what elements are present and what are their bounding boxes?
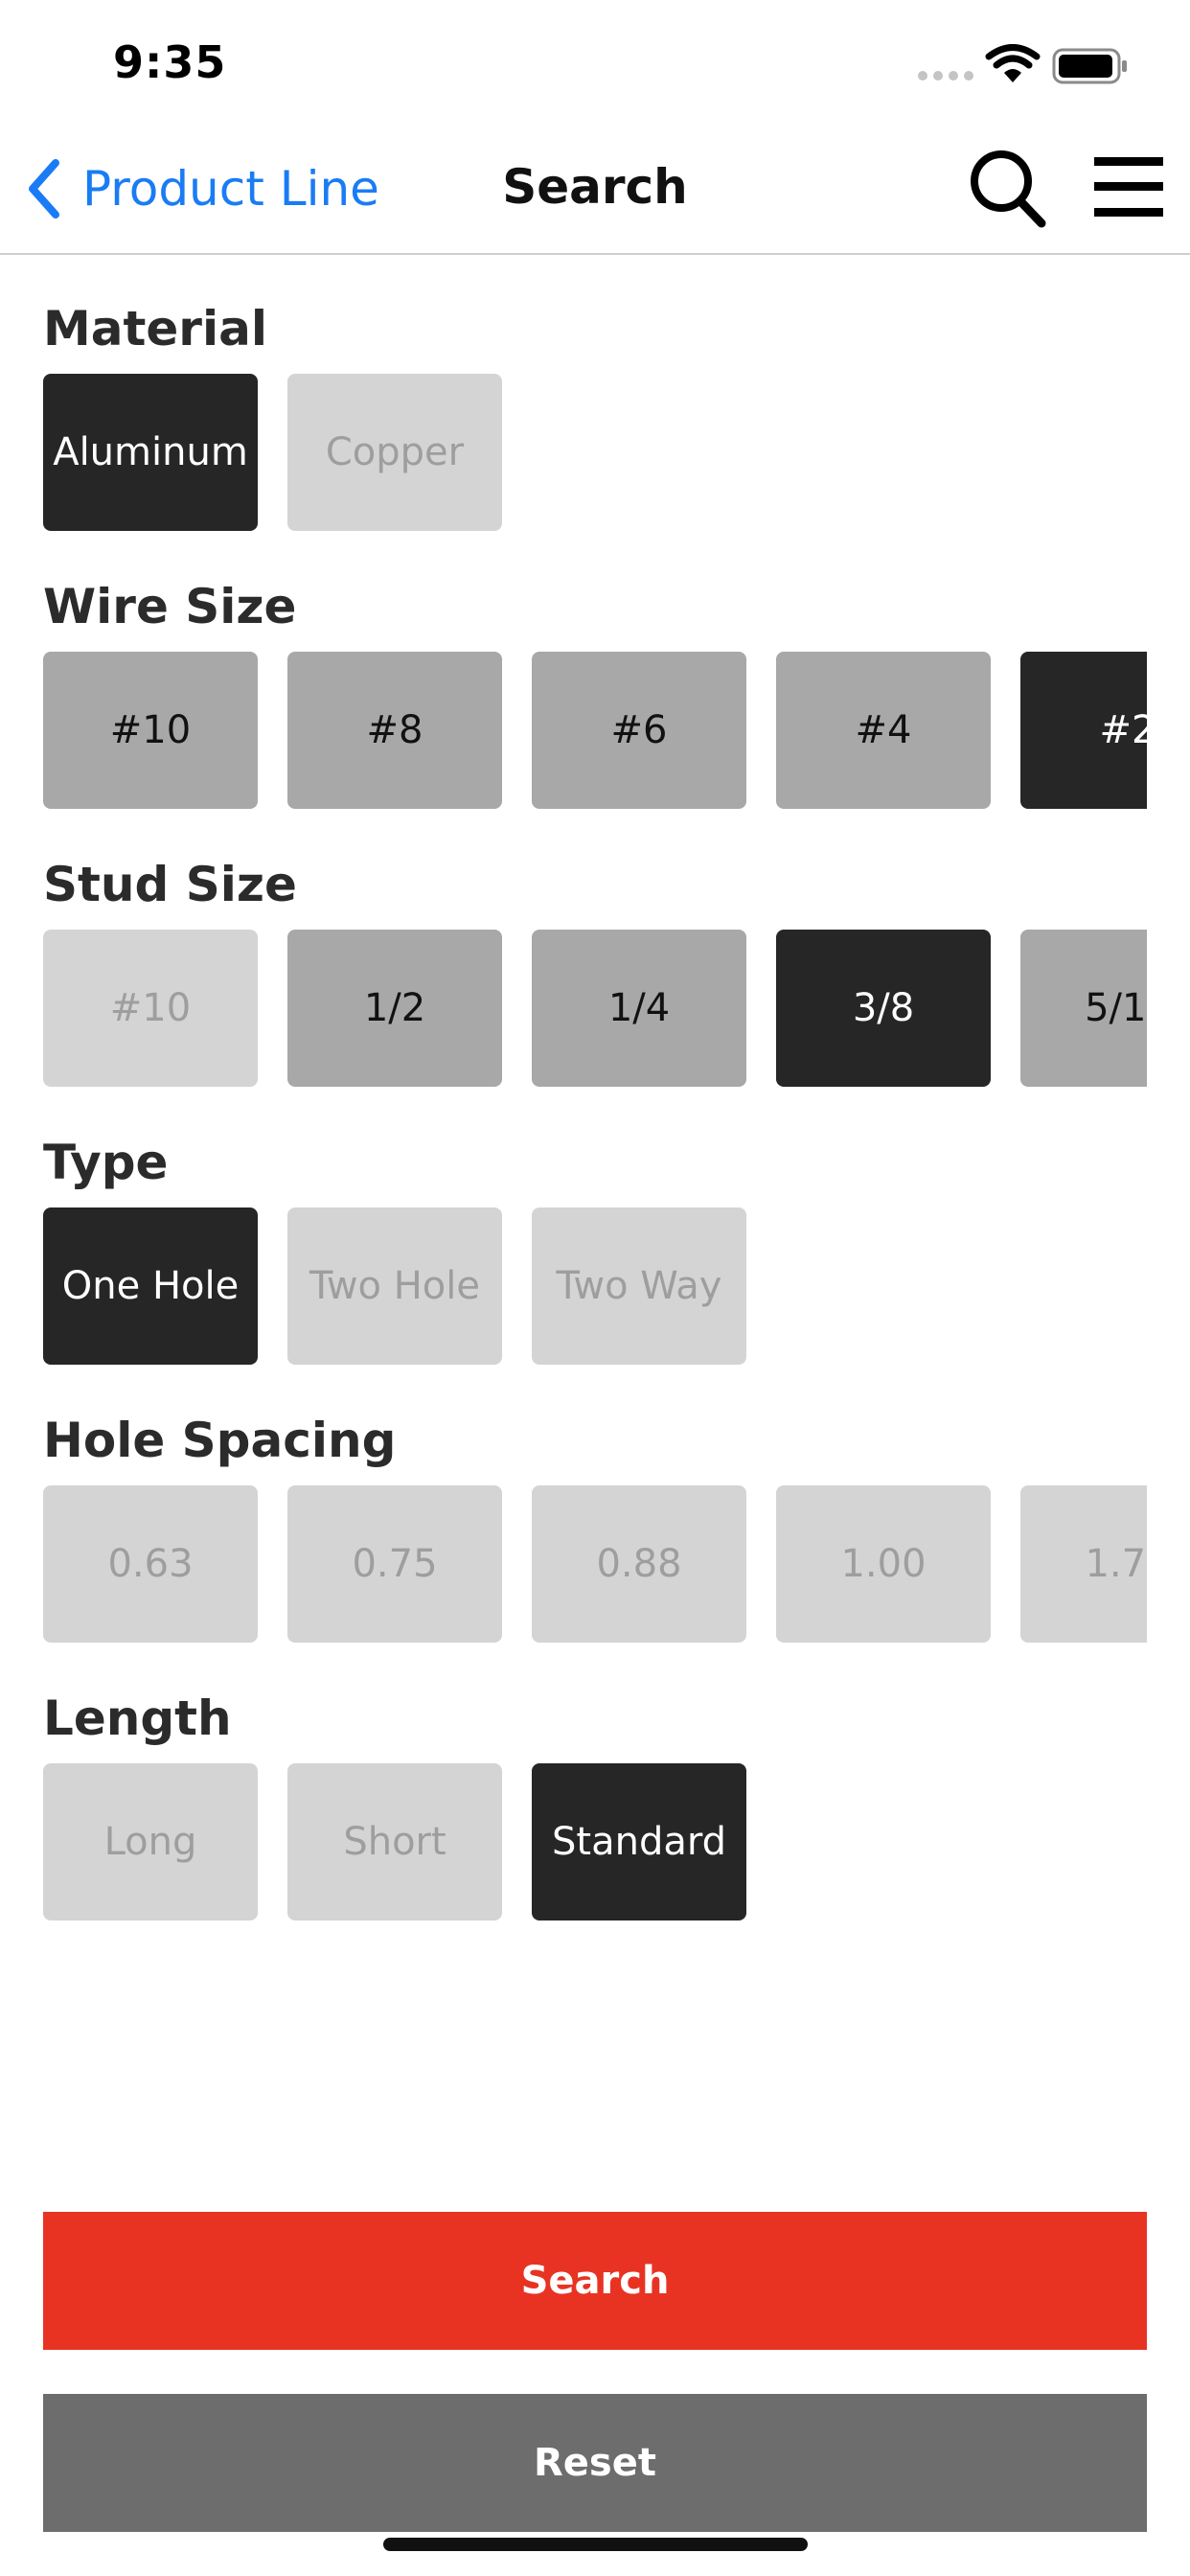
wifi-icon [985, 44, 1041, 82]
chip-wire-size[interactable]: #4 [776, 652, 991, 809]
chip-wire-size[interactable]: #8 [287, 652, 502, 809]
chips-row-wire-size: #10 #8 #6 #4 #2 [43, 652, 1147, 811]
chip-stud-size[interactable]: #10 [43, 930, 258, 1087]
chip-stud-size[interactable]: 1/4 [532, 930, 746, 1087]
battery-icon [1052, 48, 1127, 84]
cellular-signal-icon [918, 71, 973, 80]
chip-material[interactable]: Aluminum [43, 374, 258, 531]
home-indicator [383, 2538, 808, 2551]
chip-length[interactable]: Standard [532, 1763, 746, 1920]
chips-row-material: Aluminum Copper [43, 374, 1147, 533]
status-time: 9:35 [113, 36, 227, 88]
section-label-stud-size: Stud Size [43, 857, 297, 912]
search-icon[interactable] [970, 150, 1046, 228]
chip-length[interactable]: Long [43, 1763, 258, 1920]
chip-wire-size[interactable]: #6 [532, 652, 746, 809]
section-label-wire-size: Wire Size [43, 579, 297, 634]
back-button[interactable]: Product Line [25, 155, 379, 222]
navigation-bar: Product Line Search [0, 126, 1190, 255]
chip-wire-size[interactable]: #2 [1020, 652, 1147, 809]
chip-stud-size[interactable]: 1/2 [287, 930, 502, 1087]
reset-button[interactable]: Reset [43, 2394, 1147, 2532]
chip-hole-spacing[interactable]: 1.75 [1020, 1485, 1147, 1643]
chip-hole-spacing[interactable]: 0.75 [287, 1485, 502, 1643]
section-label-hole-spacing: Hole Spacing [43, 1413, 397, 1468]
search-button[interactable]: Search [43, 2212, 1147, 2350]
chips-row-length: Long Short Standard [43, 1763, 1147, 1922]
chip-length[interactable]: Short [287, 1763, 502, 1920]
chip-wire-size[interactable]: #10 [43, 652, 258, 809]
chip-hole-spacing[interactable]: 0.63 [43, 1485, 258, 1643]
chip-type[interactable]: One Hole [43, 1208, 258, 1365]
section-label-length: Length [43, 1690, 232, 1746]
chip-material[interactable]: Copper [287, 374, 502, 531]
chip-hole-spacing[interactable]: 0.88 [532, 1485, 746, 1643]
chip-stud-size[interactable]: 3/8 [776, 930, 991, 1087]
chip-stud-size[interactable]: 5/16 [1020, 930, 1147, 1087]
chips-row-stud-size: #10 1/2 1/4 3/8 5/16 [43, 930, 1147, 1089]
chip-type[interactable]: Two Way [532, 1208, 746, 1365]
chips-row-hole-spacing: 0.63 0.75 0.88 1.00 1.75 [43, 1485, 1147, 1644]
chip-type[interactable]: Two Hole [287, 1208, 502, 1365]
chips-row-type: One Hole Two Hole Two Way [43, 1208, 1147, 1367]
section-label-type: Type [43, 1135, 169, 1190]
chevron-left-icon [29, 159, 59, 218]
hamburger-menu-icon[interactable] [1092, 155, 1165, 218]
section-label-material: Material [43, 301, 267, 356]
back-button-label: Product Line [82, 161, 379, 217]
status-bar: 9:35 [0, 0, 1190, 126]
chip-hole-spacing[interactable]: 1.00 [776, 1485, 991, 1643]
